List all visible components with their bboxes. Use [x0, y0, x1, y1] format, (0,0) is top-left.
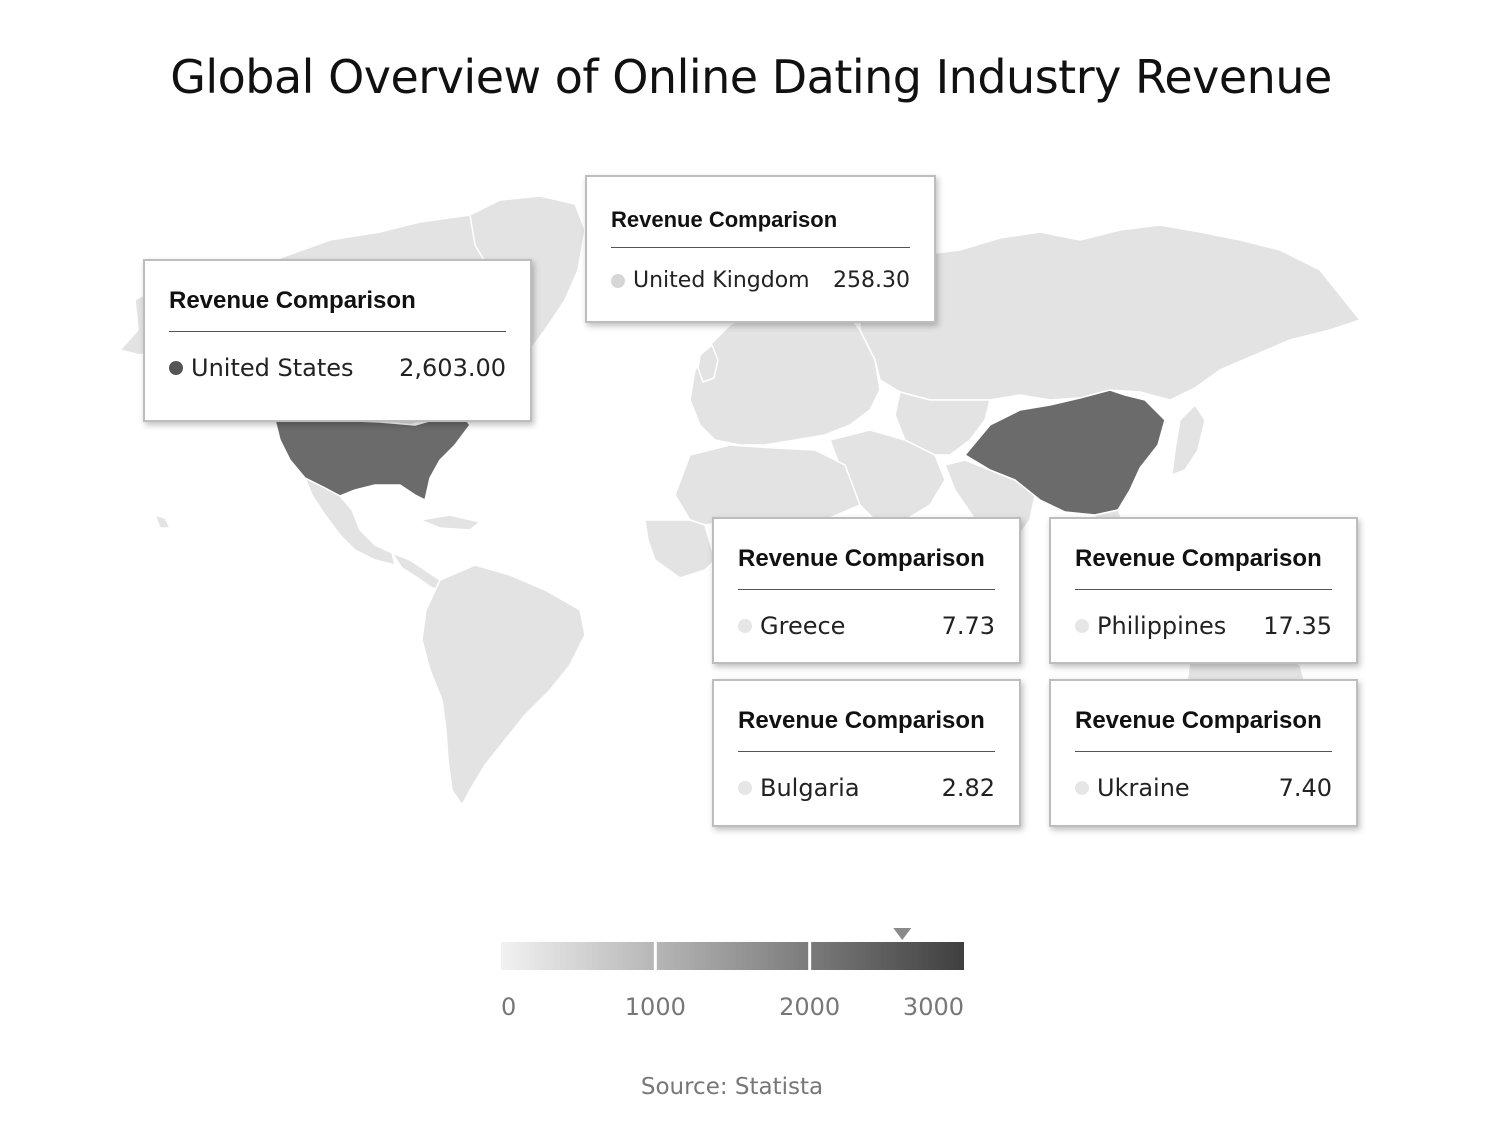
country-value: 2.82 [941, 774, 995, 802]
tooltip-title: Revenue Comparison [611, 177, 910, 248]
tooltip-greece: Revenue Comparison Greece 7.73 [712, 517, 1021, 664]
country-name: Greece [760, 612, 846, 640]
country-value: 7.73 [941, 612, 995, 640]
tooltip-title: Revenue Comparison [738, 519, 995, 590]
tooltip-row: Greece 7.73 [738, 590, 995, 640]
scale-tick-label: 0 [501, 993, 516, 1021]
country-name: United States [191, 354, 354, 382]
legend-dot-icon [738, 619, 752, 633]
legend-dot-icon [611, 273, 625, 288]
color-scale-legend[interactable]: 0 1000 2000 3000 [0, 920, 1502, 1040]
country-name: Ukraine [1097, 774, 1190, 802]
tooltip-row: Philippines 17.35 [1075, 590, 1332, 640]
legend-dot-icon [1075, 619, 1089, 633]
color-scale-bar[interactable] [501, 942, 964, 970]
tooltip-row: United Kingdom 258.30 [611, 248, 910, 293]
country-value: 2,603.00 [399, 354, 506, 382]
legend-dot-icon [1075, 781, 1089, 795]
scale-tick-label: 3000 [903, 993, 964, 1021]
scale-tick-label: 2000 [779, 993, 840, 1021]
tooltip-bulgaria: Revenue Comparison Bulgaria 2.82 [712, 679, 1021, 827]
tooltip-title: Revenue Comparison [1075, 681, 1332, 752]
map-region-north-africa[interactable] [674, 444, 861, 526]
tooltip-ukraine: Revenue Comparison Ukraine 7.40 [1049, 679, 1358, 827]
tooltip-title: Revenue Comparison [169, 261, 506, 332]
country-value: 17.35 [1263, 612, 1332, 640]
country-name: Philippines [1097, 612, 1227, 640]
tooltip-row: United States 2,603.00 [169, 332, 506, 382]
scale-pointer-icon [893, 928, 912, 940]
country-value: 258.30 [833, 268, 910, 293]
map-region-africa-west[interactable] [644, 519, 716, 579]
legend-dot-icon [738, 781, 752, 795]
map-region-caribbean[interactable] [419, 514, 481, 531]
source-note: Source: Statista [640, 1074, 824, 1100]
tooltip-row: Bulgaria 2.82 [738, 752, 995, 802]
map-region-japan[interactable] [1171, 404, 1206, 476]
map-region-uk[interactable] [697, 344, 719, 383]
country-value: 7.40 [1278, 774, 1332, 802]
map-region-usa[interactable] [274, 411, 471, 501]
map-region-central-america[interactable] [391, 552, 446, 591]
country-name: United Kingdom [633, 268, 810, 293]
tooltip-title: Revenue Comparison [738, 681, 995, 752]
scale-tick-label: 1000 [625, 993, 686, 1021]
tooltip-philippines: Revenue Comparison Philippines 17.35 [1049, 517, 1358, 664]
tooltip-united-kingdom: Revenue Comparison United Kingdom 258.30 [585, 175, 936, 323]
legend-dot-icon [169, 361, 183, 375]
tooltip-united-states: Revenue Comparison United States 2,603.0… [143, 259, 532, 422]
map-region-south-america[interactable] [421, 564, 586, 806]
tooltip-row: Ukraine 7.40 [1075, 752, 1332, 802]
country-name: Bulgaria [760, 774, 860, 802]
tooltip-title: Revenue Comparison [1075, 519, 1332, 590]
map-region-hawaii[interactable] [154, 514, 171, 529]
